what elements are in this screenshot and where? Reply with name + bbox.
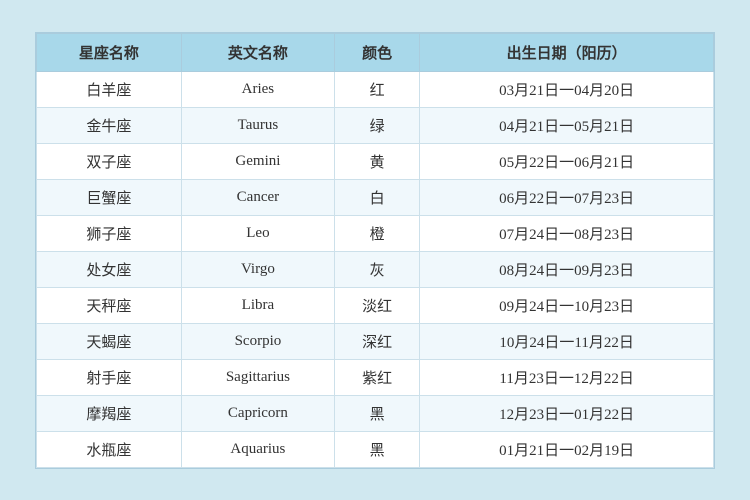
cell-dates: 04月21日一05月21日: [420, 107, 714, 143]
cell-dates: 01月21日一02月19日: [420, 431, 714, 467]
cell-chinese: 金牛座: [37, 107, 182, 143]
table-body: 白羊座Aries红03月21日一04月20日金牛座Taurus绿04月21日一0…: [37, 71, 714, 467]
col-header-color: 颜色: [334, 33, 419, 71]
table-row: 巨蟹座Cancer白06月22日一07月23日: [37, 179, 714, 215]
cell-chinese: 巨蟹座: [37, 179, 182, 215]
cell-color: 红: [334, 71, 419, 107]
cell-color: 橙: [334, 215, 419, 251]
cell-chinese: 天秤座: [37, 287, 182, 323]
cell-color: 白: [334, 179, 419, 215]
cell-english: Taurus: [181, 107, 334, 143]
cell-color: 黑: [334, 431, 419, 467]
cell-english: Libra: [181, 287, 334, 323]
cell-dates: 11月23日一12月22日: [420, 359, 714, 395]
table-row: 白羊座Aries红03月21日一04月20日: [37, 71, 714, 107]
col-header-dates: 出生日期（阳历）: [420, 33, 714, 71]
cell-color: 黑: [334, 395, 419, 431]
cell-english: Sagittarius: [181, 359, 334, 395]
table-row: 摩羯座Capricorn黑12月23日一01月22日: [37, 395, 714, 431]
cell-english: Cancer: [181, 179, 334, 215]
cell-dates: 12月23日一01月22日: [420, 395, 714, 431]
cell-dates: 08月24日一09月23日: [420, 251, 714, 287]
table-row: 天秤座Libra淡红09月24日一10月23日: [37, 287, 714, 323]
zodiac-table-wrapper: 星座名称 英文名称 颜色 出生日期（阳历） 白羊座Aries红03月21日一04…: [35, 32, 715, 469]
table-row: 射手座Sagittarius紫红11月23日一12月22日: [37, 359, 714, 395]
cell-dates: 06月22日一07月23日: [420, 179, 714, 215]
cell-english: Scorpio: [181, 323, 334, 359]
col-header-chinese: 星座名称: [37, 33, 182, 71]
cell-chinese: 射手座: [37, 359, 182, 395]
cell-english: Leo: [181, 215, 334, 251]
table-header: 星座名称 英文名称 颜色 出生日期（阳历）: [37, 33, 714, 71]
cell-chinese: 双子座: [37, 143, 182, 179]
cell-chinese: 狮子座: [37, 215, 182, 251]
header-row: 星座名称 英文名称 颜色 出生日期（阳历）: [37, 33, 714, 71]
cell-dates: 09月24日一10月23日: [420, 287, 714, 323]
cell-color: 绿: [334, 107, 419, 143]
cell-chinese: 处女座: [37, 251, 182, 287]
cell-color: 黄: [334, 143, 419, 179]
cell-color: 灰: [334, 251, 419, 287]
cell-chinese: 水瓶座: [37, 431, 182, 467]
table-row: 处女座Virgo灰08月24日一09月23日: [37, 251, 714, 287]
cell-english: Aquarius: [181, 431, 334, 467]
cell-color: 紫红: [334, 359, 419, 395]
cell-dates: 03月21日一04月20日: [420, 71, 714, 107]
cell-dates: 10月24日一11月22日: [420, 323, 714, 359]
col-header-english: 英文名称: [181, 33, 334, 71]
zodiac-table: 星座名称 英文名称 颜色 出生日期（阳历） 白羊座Aries红03月21日一04…: [36, 33, 714, 468]
table-row: 天蝎座Scorpio深红10月24日一11月22日: [37, 323, 714, 359]
table-row: 双子座Gemini黄05月22日一06月21日: [37, 143, 714, 179]
cell-english: Aries: [181, 71, 334, 107]
table-row: 水瓶座Aquarius黑01月21日一02月19日: [37, 431, 714, 467]
cell-chinese: 摩羯座: [37, 395, 182, 431]
cell-color: 淡红: [334, 287, 419, 323]
cell-chinese: 白羊座: [37, 71, 182, 107]
table-row: 金牛座Taurus绿04月21日一05月21日: [37, 107, 714, 143]
cell-english: Capricorn: [181, 395, 334, 431]
cell-english: Virgo: [181, 251, 334, 287]
cell-dates: 07月24日一08月23日: [420, 215, 714, 251]
cell-chinese: 天蝎座: [37, 323, 182, 359]
table-row: 狮子座Leo橙07月24日一08月23日: [37, 215, 714, 251]
cell-dates: 05月22日一06月21日: [420, 143, 714, 179]
cell-color: 深红: [334, 323, 419, 359]
cell-english: Gemini: [181, 143, 334, 179]
